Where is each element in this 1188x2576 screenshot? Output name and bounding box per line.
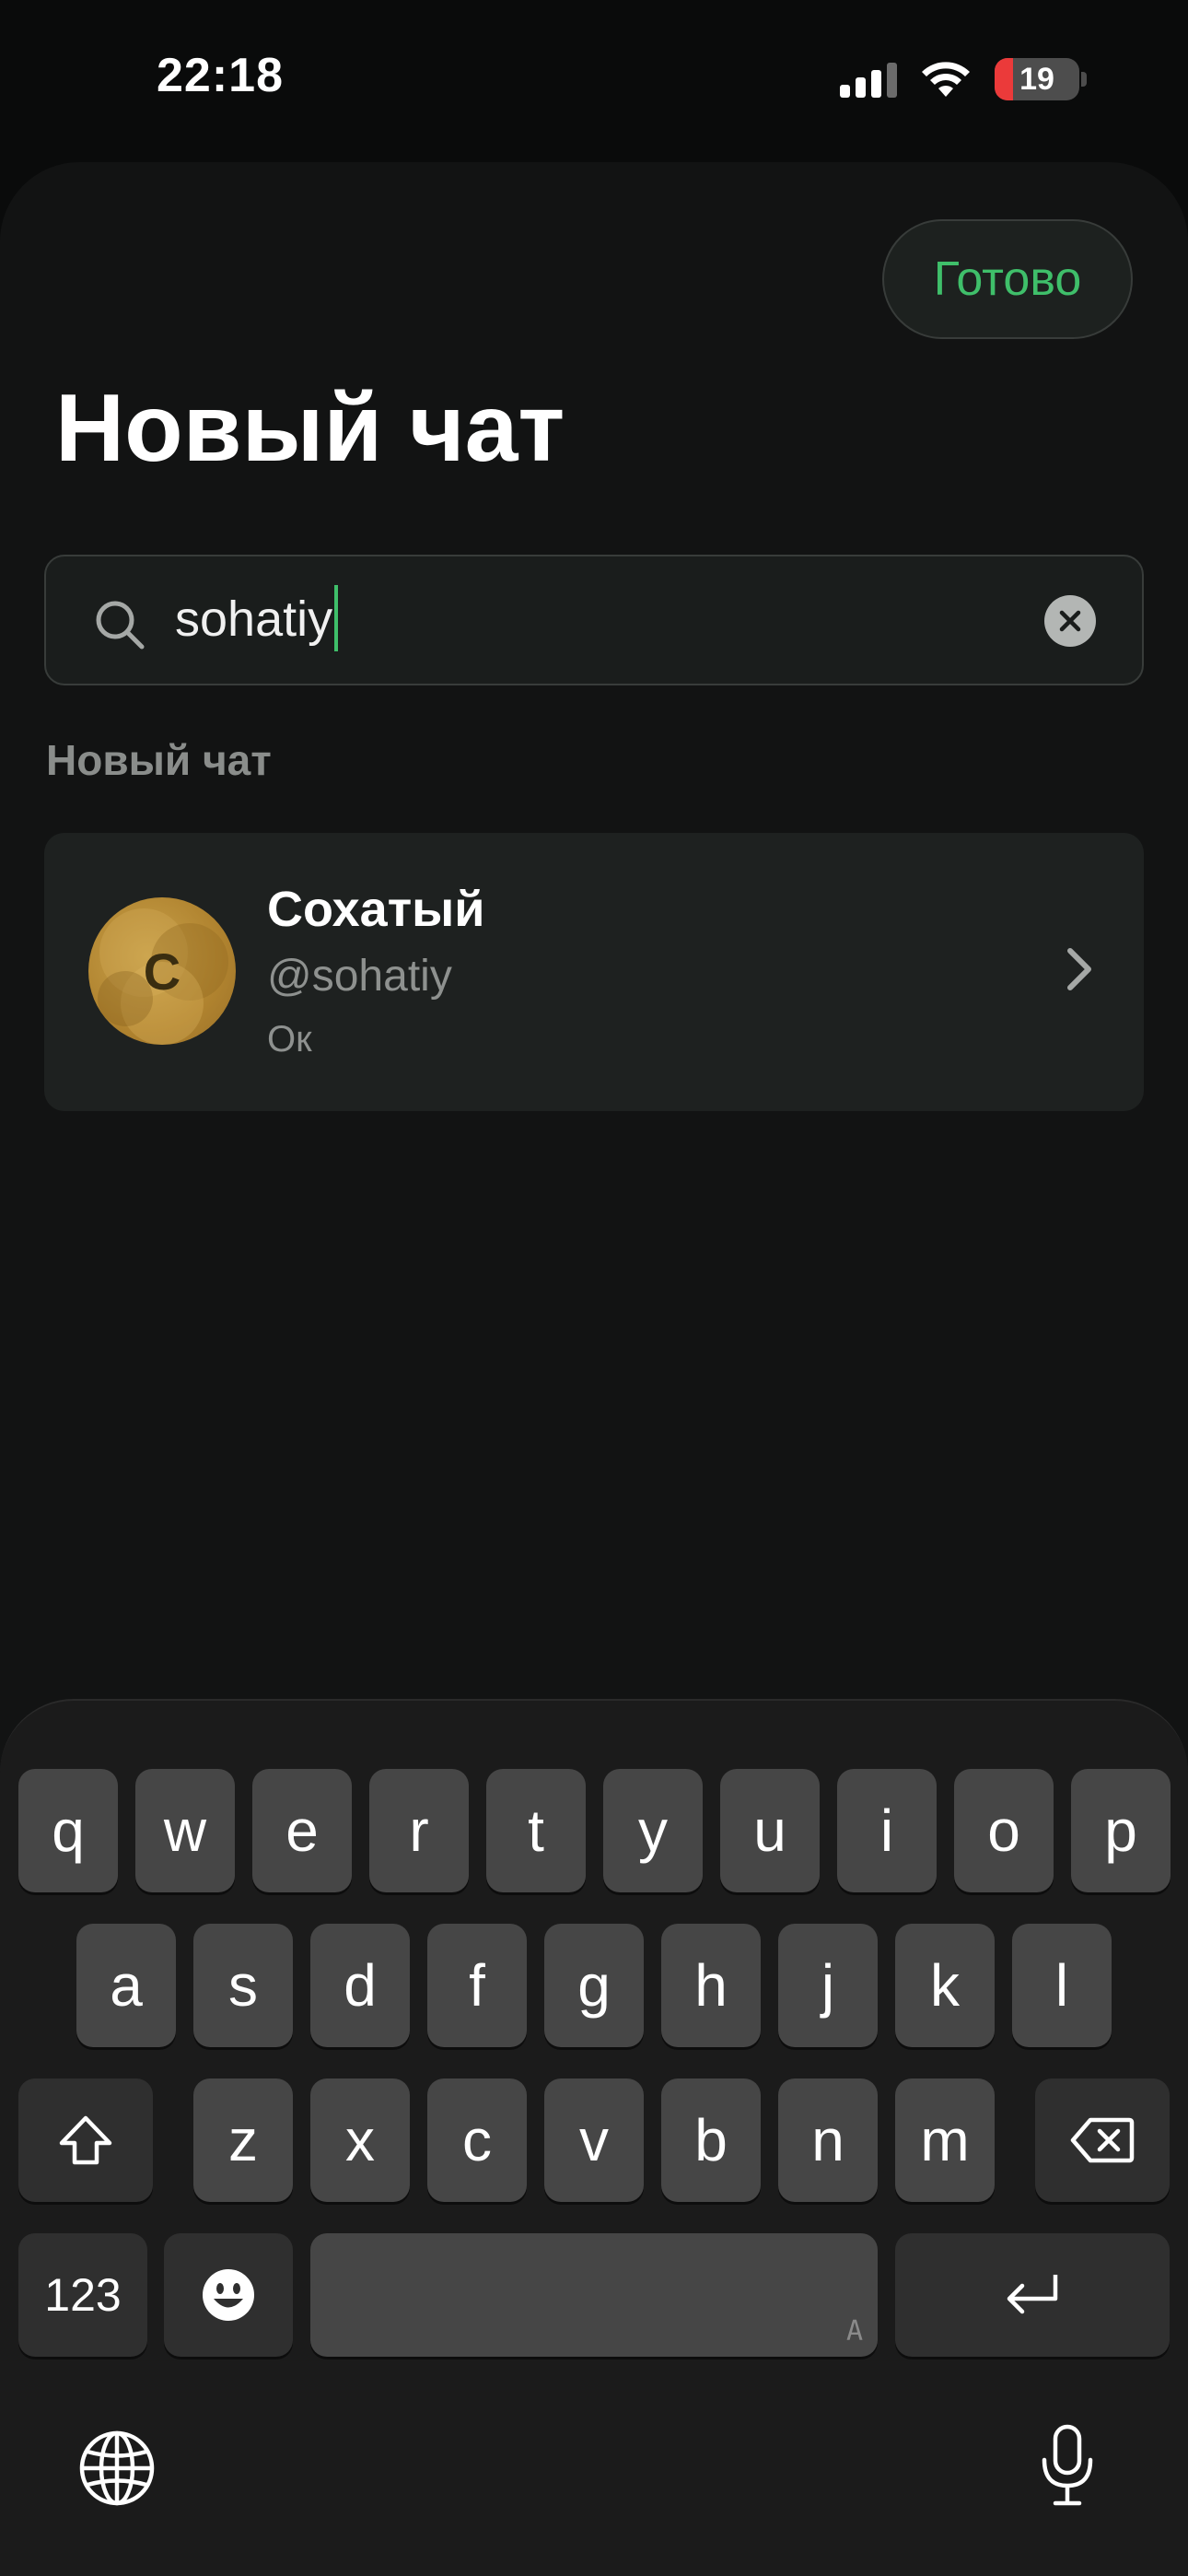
space-language-mark: A — [845, 2315, 863, 2348]
key-c[interactable]: c — [427, 2078, 527, 2202]
key-m[interactable]: m — [895, 2078, 995, 2202]
search-field[interactable]: sohatiy — [175, 584, 339, 651]
status-time: 22:18 — [157, 49, 284, 102]
key-e[interactable]: e — [252, 1769, 352, 1892]
key-x[interactable]: x — [310, 2078, 410, 2202]
key-o[interactable]: o — [954, 1769, 1054, 1892]
return-icon — [1007, 2275, 1058, 2314]
key-p[interactable]: p — [1071, 1769, 1171, 1892]
key-d[interactable]: d — [310, 1924, 410, 2047]
key-b[interactable]: b — [661, 2078, 761, 2202]
emoji-icon — [203, 2269, 254, 2321]
key-i[interactable]: i — [837, 1769, 937, 1892]
status-bar: 22:18 19 — [0, 0, 1188, 157]
key-f[interactable]: f — [427, 1924, 527, 2047]
clear-icon — [1059, 610, 1081, 632]
key-t[interactable]: t — [486, 1769, 586, 1892]
search-input[interactable]: sohatiy — [44, 555, 1144, 685]
key-h[interactable]: h — [661, 1924, 761, 2047]
globe-icon[interactable] — [77, 2429, 157, 2508]
space-key[interactable]: A — [310, 2233, 878, 2357]
key-g[interactable]: g — [544, 1924, 644, 2047]
key-r[interactable]: r — [369, 1769, 469, 1892]
key-y[interactable]: y — [603, 1769, 703, 1892]
avatar: С — [88, 897, 236, 1045]
search-icon — [96, 601, 145, 650]
battery-icon: 19 — [995, 58, 1079, 100]
key-u[interactable]: u — [720, 1769, 820, 1892]
contact-name: Сохатый — [267, 882, 485, 937]
key-n[interactable]: n — [778, 2078, 878, 2202]
return-key[interactable] — [895, 2233, 1170, 2357]
backspace-key[interactable] — [1035, 2078, 1170, 2202]
key-k[interactable]: k — [895, 1924, 995, 2047]
numbers-key[interactable]: 123 — [18, 2233, 147, 2357]
search-value: sohatiy — [175, 591, 333, 647]
backspace-icon — [1070, 2117, 1135, 2163]
shift-icon — [59, 2115, 112, 2165]
key-z[interactable]: z — [193, 2078, 293, 2202]
text-caret — [334, 584, 339, 651]
page-title: Новый чат — [55, 375, 565, 482]
contact-status: Ок — [267, 1019, 312, 1060]
wifi-icon — [922, 62, 970, 97]
contact-result-row[interactable]: С Сохатый @sohatiy Ок — [44, 833, 1144, 1111]
key-j[interactable]: j — [778, 1924, 878, 2047]
key-l[interactable]: l — [1012, 1924, 1112, 2047]
done-button[interactable]: Готово — [882, 219, 1133, 339]
shift-key[interactable] — [18, 2078, 153, 2202]
chevron-right-icon — [1067, 948, 1091, 990]
key-v[interactable]: v — [544, 2078, 644, 2202]
key-a[interactable]: a — [76, 1924, 176, 2047]
key-s[interactable]: s — [193, 1924, 293, 2047]
microphone-icon[interactable] — [1039, 2423, 1096, 2508]
emoji-key[interactable] — [164, 2233, 293, 2357]
avatar-letter: С — [143, 942, 181, 1001]
key-q[interactable]: q — [18, 1769, 118, 1892]
contact-handle: @sohatiy — [267, 952, 452, 1001]
cellular-signal-icon — [840, 61, 897, 98]
clear-search-button[interactable] — [1044, 595, 1096, 647]
key-w[interactable]: w — [135, 1769, 235, 1892]
status-icons: 19 — [840, 53, 1087, 105]
section-label: Новый чат — [46, 736, 272, 784]
keyboard: q w e r t y u i o p a s d f g h j k l z … — [0, 1699, 1188, 2576]
battery-percent: 19 — [1019, 61, 1054, 97]
